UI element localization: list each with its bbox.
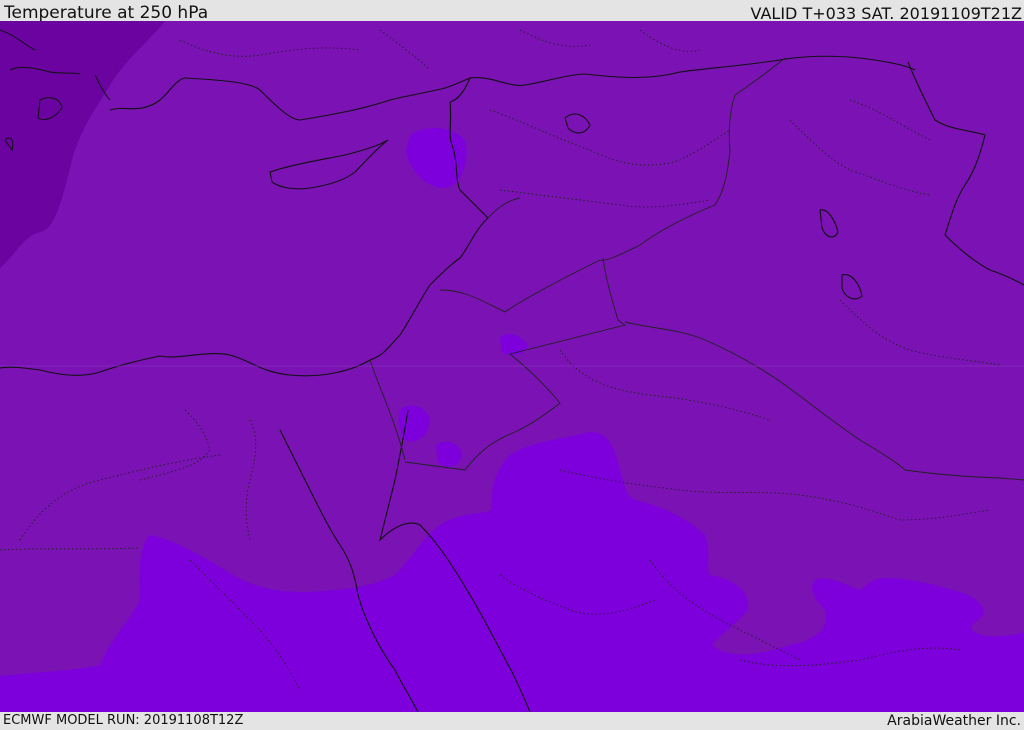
map-title: Temperature at 250 hPa (4, 3, 209, 23)
header-bar: Temperature at 250 hPa VALID T+033 SAT. … (0, 0, 1024, 23)
map-canvas[interactable] (0, 21, 1024, 712)
credit-label: ArabiaWeather Inc. (887, 713, 1021, 729)
footer-bar: ECMWF MODEL RUN: 20191108T12Z ArabiaWeat… (0, 712, 1024, 729)
model-run-label: ECMWF MODEL RUN: 20191108T12Z (3, 713, 244, 728)
weather-map[interactable] (0, 21, 1024, 712)
